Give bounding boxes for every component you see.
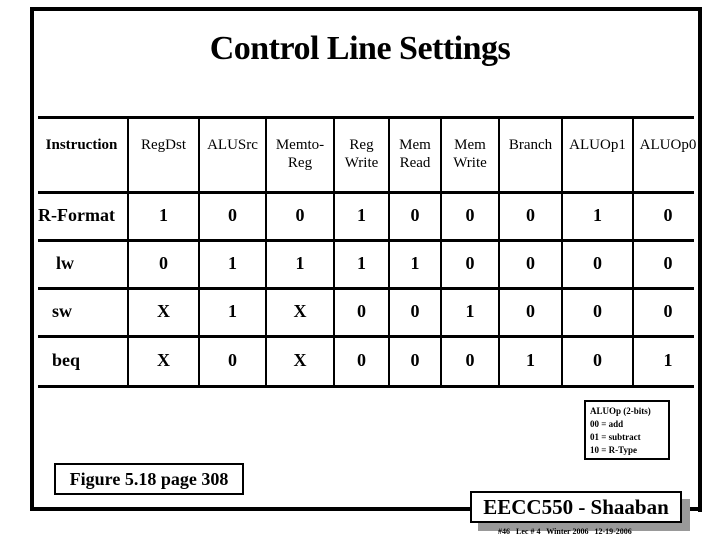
legend-line: 10 = R-Type — [590, 445, 637, 455]
table-cell: 0 — [526, 205, 535, 225]
table-cell: X — [157, 301, 170, 321]
table-cell: X — [293, 350, 307, 370]
table-cell: 0 — [593, 253, 602, 273]
row-instruction-label: sw — [52, 301, 73, 321]
legend-line: 00 = add — [590, 419, 624, 429]
column-header-line: Reg — [287, 155, 313, 171]
table-cell: 0 — [357, 301, 366, 321]
table-cell: 1 — [357, 205, 366, 225]
slide-footer: #46 Lec # 4 Winter 2006 12-19-2006 — [498, 527, 632, 536]
legend-title: ALUOp (2-bits) — [590, 406, 651, 416]
column-divider — [127, 118, 129, 386]
column-divider — [198, 118, 200, 386]
table-cell: 0 — [593, 350, 602, 370]
table-cell: 1 — [526, 350, 535, 370]
table-cell: 1 — [159, 205, 168, 225]
table-cell: 0 — [410, 205, 420, 225]
table-cell: 0 — [663, 253, 673, 273]
frame-border-top — [30, 7, 702, 11]
table-cell: 0 — [295, 205, 305, 225]
column-header-line: ALUOp1 — [569, 137, 626, 153]
course-badge: EECC550 - Shaaban — [470, 491, 682, 523]
table-cell: 0 — [526, 301, 535, 321]
table-cell: 0 — [526, 253, 535, 273]
column-header: ALUOp0 — [634, 136, 702, 154]
column-header-line: Mem — [399, 137, 431, 153]
table-cell: 1 — [228, 253, 237, 273]
slide-title: Control Line Settings — [209, 30, 511, 67]
table-cell: 1 — [295, 253, 305, 273]
column-header: Mem Read — [390, 136, 440, 172]
column-header: Instruction — [36, 136, 127, 154]
table-cell: 0 — [159, 253, 168, 273]
column-header-line: Mem — [454, 137, 486, 153]
column-header: Memto- Reg — [267, 136, 333, 172]
column-header: ALUOp1 — [563, 136, 632, 154]
table-cell: 0 — [410, 350, 420, 370]
table-cell: 0 — [357, 350, 366, 370]
column-header-line: Memto- — [275, 137, 325, 153]
row-divider — [38, 191, 694, 194]
column-header-line: Write — [453, 155, 487, 171]
table-top-rule — [38, 116, 694, 119]
table-cell: 0 — [465, 350, 475, 370]
aluop-legend: ALUOp (2-bits) 00 = add 01 = subtract 10… — [584, 400, 670, 460]
table-cell: 0 — [410, 301, 420, 321]
frame-border-left — [30, 7, 34, 510]
column-divider — [632, 118, 634, 386]
table-cell: 1 — [593, 205, 602, 225]
legend-line: 01 = subtract — [590, 432, 641, 442]
column-header: Reg Write — [335, 136, 388, 172]
column-header-line: RegDst — [141, 137, 186, 153]
table-cell: 0 — [228, 205, 237, 225]
column-header-line: Reg — [349, 137, 374, 153]
table-cell: X — [157, 350, 170, 370]
table-cell: 0 — [465, 205, 475, 225]
table-cell: X — [293, 301, 307, 321]
table-cell: 0 — [593, 301, 602, 321]
column-header-line: Read — [399, 155, 431, 171]
column-header-line: Write — [344, 155, 379, 171]
column-header-line: ALUOp0 — [639, 137, 697, 153]
column-header-line: Branch — [508, 137, 553, 153]
column-header-line: ALUSrc — [207, 137, 258, 153]
row-divider — [38, 335, 694, 338]
table-cell: 1 — [357, 253, 366, 273]
column-header-line: Instruction — [45, 137, 118, 153]
table-cell: 1 — [663, 350, 673, 370]
row-divider — [38, 239, 694, 242]
table-cell: 0 — [663, 205, 673, 225]
table-cell: 0 — [228, 350, 237, 370]
frame-border-bottom — [30, 507, 472, 511]
row-instruction-label: R-Format — [38, 205, 115, 225]
column-header: ALUSrc — [200, 136, 265, 154]
column-header: RegDst — [129, 136, 198, 154]
row-divider — [38, 287, 694, 290]
column-divider — [498, 118, 500, 386]
row-instruction-label: beq — [52, 350, 81, 370]
table-cell: 1 — [228, 301, 237, 321]
row-divider — [38, 385, 694, 388]
table-cell: 0 — [663, 301, 673, 321]
column-header: Branch — [500, 136, 561, 154]
column-header: Mem Write — [442, 136, 498, 172]
table-cell: 1 — [465, 301, 475, 321]
column-divider — [561, 118, 563, 386]
figure-reference: Figure 5.18 page 308 — [54, 463, 244, 495]
table-cell: 1 — [410, 253, 420, 273]
table-cell: 0 — [465, 253, 475, 273]
